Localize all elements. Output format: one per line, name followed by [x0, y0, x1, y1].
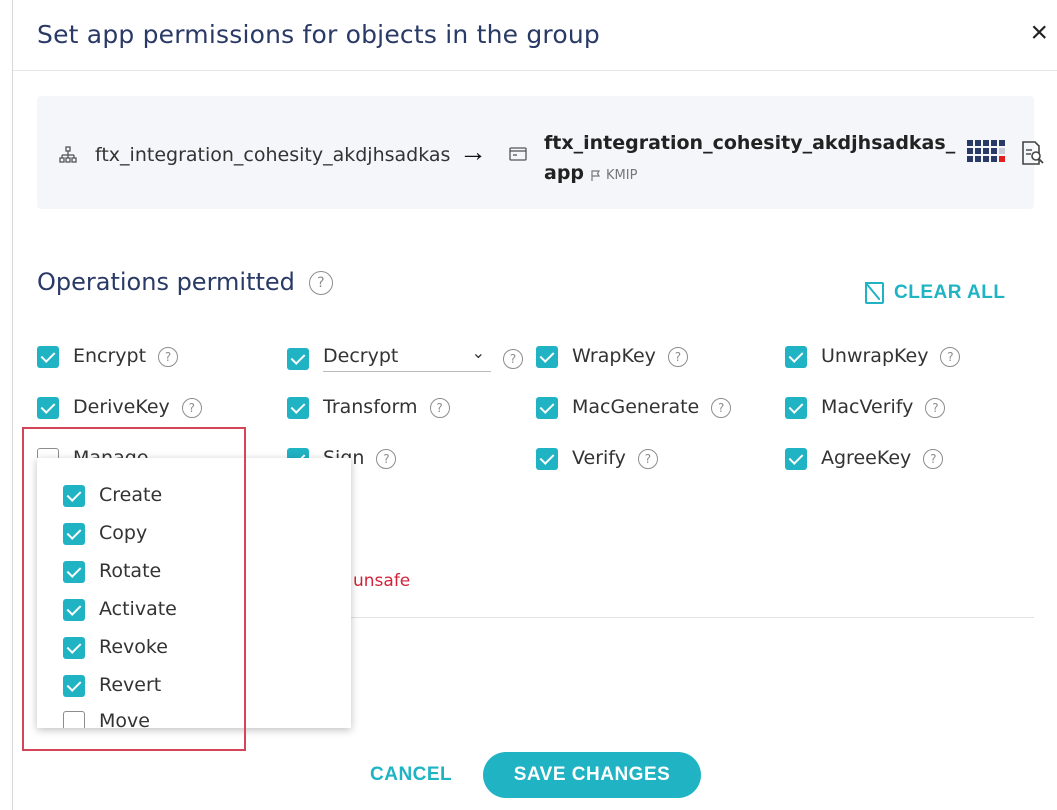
dd-item-label: Activate [99, 598, 177, 620]
checkbox-unchecked[interactable] [63, 710, 85, 728]
app-name-line2: app [544, 162, 585, 184]
op-encrypt[interactable]: Encrypt? [37, 345, 179, 368]
help-icon[interactable]: ? [667, 346, 688, 367]
op-agreekey[interactable]: AgreeKey? [785, 447, 944, 470]
help-icon[interactable]: ? [503, 348, 523, 369]
clear-all-button[interactable]: CLEAR ALL [865, 282, 1005, 304]
op-verify[interactable]: Verify? [536, 447, 658, 470]
help-icon[interactable]: ? [925, 397, 946, 418]
hierarchy-icon [59, 146, 77, 169]
help-icon[interactable]: ? [637, 448, 658, 469]
op-macgenerate[interactable]: MacGenerate? [536, 396, 732, 419]
checkbox-checked[interactable] [63, 522, 85, 545]
op-decrypt[interactable]: Decrypt ⌄? [287, 343, 523, 372]
app-name[interactable]: ftx_integration_cohesity_akdjhsadkas_ ap… [544, 128, 955, 191]
dd-item-label: Rotate [99, 560, 162, 582]
checkbox-checked[interactable] [785, 345, 807, 368]
unsafe-warning: unsafe [353, 571, 411, 591]
dd-item-label: Move [99, 710, 150, 728]
checkbox-checked[interactable] [63, 484, 85, 507]
operations-title-text: Operations permitted [37, 268, 295, 296]
permissions-dialog: Set app permissions for objects in the g… [12, 0, 1057, 810]
help-icon[interactable]: ? [711, 397, 732, 418]
chevron-down-icon: ⌄ [471, 343, 485, 362]
help-icon[interactable]: ? [940, 346, 961, 367]
checkbox-checked[interactable] [536, 447, 558, 470]
dialog-header: Set app permissions for objects in the g… [13, 0, 1057, 71]
dd-item-revert[interactable]: Revert [63, 674, 161, 697]
dd-item-copy[interactable]: Copy [63, 522, 147, 545]
help-icon[interactable]: ? [429, 397, 450, 418]
help-icon[interactable]: ? [308, 271, 333, 295]
operations-title: Operations permitted? [37, 268, 333, 296]
op-derivekey[interactable]: DeriveKey? [37, 396, 202, 419]
checkbox-checked[interactable] [37, 345, 59, 368]
report-icon[interactable] [1019, 140, 1045, 174]
op-wrapkey[interactable]: WrapKey? [536, 345, 688, 368]
dd-item-label: Revert [99, 674, 162, 696]
help-icon[interactable]: ? [181, 397, 202, 418]
dd-item-label: Create [99, 484, 163, 506]
op-label: AgreeKey [821, 447, 912, 469]
op-unwrapkey[interactable]: UnwrapKey? [785, 345, 961, 368]
checkbox-checked[interactable] [63, 636, 85, 659]
checkbox-checked[interactable] [63, 674, 85, 697]
checkbox-checked[interactable] [63, 560, 85, 583]
checkbox-checked[interactable] [287, 347, 309, 370]
op-label: Decrypt [323, 345, 399, 367]
checkbox-checked[interactable] [287, 396, 309, 419]
grid-icon[interactable] [967, 140, 1005, 175]
group-app-mapping: ftx_integration_cohesity_akdjhsadkas → f… [37, 96, 1044, 209]
help-icon[interactable]: ? [158, 346, 179, 367]
op-label: Transform [323, 396, 418, 418]
checkbox-checked[interactable] [785, 396, 807, 419]
arrow-right-icon: → [459, 136, 487, 167]
checkbox-checked[interactable] [785, 447, 807, 470]
dialog-title: Set app permissions for objects in the g… [37, 20, 600, 49]
dd-item-move[interactable]: Move [63, 710, 150, 728]
dd-item-create[interactable]: Create [63, 484, 162, 507]
decrypt-select[interactable]: Decrypt ⌄ [323, 343, 491, 372]
op-label: MacGenerate [572, 396, 700, 418]
op-macverify[interactable]: MacVerify? [785, 396, 946, 419]
dd-item-revoke[interactable]: Revoke [63, 636, 168, 659]
app-name-line1: ftx_integration_cohesity_akdjhsadkas_ [544, 132, 956, 154]
flag-icon [591, 169, 601, 181]
dd-item-rotate[interactable]: Rotate [63, 560, 161, 583]
manage-dropdown: Create Copy Rotate Activate Revoke Rever… [37, 458, 351, 728]
checkbox-checked[interactable] [536, 345, 558, 368]
app-type-label: KMIP [606, 168, 638, 183]
op-label: Encrypt [73, 345, 147, 367]
checkbox-checked[interactable] [63, 598, 85, 621]
cancel-button[interactable]: CANCEL [370, 764, 452, 786]
help-icon[interactable]: ? [923, 448, 944, 469]
op-label: Verify [572, 447, 626, 469]
save-changes-button[interactable]: SAVE CHANGES [483, 752, 701, 798]
op-label: WrapKey [572, 345, 656, 367]
op-label: UnwrapKey [821, 345, 929, 367]
app-window-icon [509, 146, 527, 167]
dd-item-activate[interactable]: Activate [63, 598, 177, 621]
checkbox-checked[interactable] [536, 396, 558, 419]
dd-item-label: Revoke [99, 636, 168, 658]
clear-all-label: CLEAR ALL [894, 282, 1006, 304]
op-transform[interactable]: Transform? [287, 396, 450, 419]
dd-item-label: Copy [99, 522, 148, 544]
help-icon[interactable]: ? [376, 448, 397, 469]
op-label: MacVerify [821, 396, 914, 418]
clear-icon [865, 282, 884, 304]
checkbox-checked[interactable] [37, 396, 59, 419]
app-type-badge: KMIP [590, 168, 637, 183]
group-name: ftx_integration_cohesity_akdjhsadkas [95, 144, 451, 166]
close-icon[interactable]: × [1030, 18, 1048, 48]
op-label: DeriveKey [73, 396, 170, 418]
